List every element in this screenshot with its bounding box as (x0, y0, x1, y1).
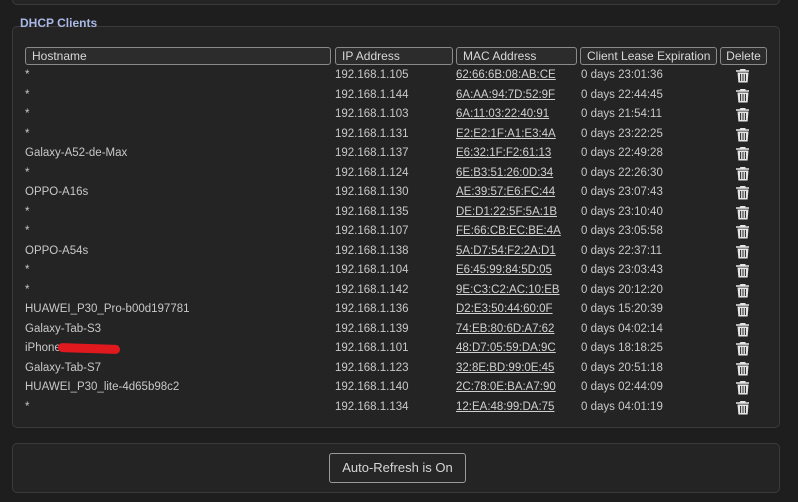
lease-expiration-cell: 0 days 22:44:45 (581, 88, 663, 101)
hostname-cell: * (25, 400, 30, 413)
column-header-delete: Delete (720, 47, 767, 65)
lease-expiration-cell: 0 days 22:26:30 (581, 166, 663, 179)
hostname-cell: * (25, 127, 30, 140)
hostname-cell: * (25, 264, 30, 276)
hostname-cell: * (25, 108, 30, 120)
ip-address-cell: 192.168.1.144 (335, 88, 409, 101)
top-panel (12, 0, 780, 5)
lease-expiration-cell: 0 days 23:07:43 (581, 186, 663, 198)
trash-icon[interactable] (736, 127, 750, 142)
trash-icon[interactable] (736, 380, 750, 395)
trash-icon[interactable] (736, 185, 750, 200)
mac-address-link[interactable]: 32:8E:BD:99:0E:45 (456, 359, 554, 378)
trash-icon[interactable] (736, 263, 750, 278)
lease-expiration-cell: 0 days 18:18:25 (581, 342, 663, 354)
hostname-cell: HUAWEI_P30_lite-4d65b98c2 (25, 381, 180, 393)
trash-icon[interactable] (736, 341, 750, 356)
ip-address-cell: 192.168.1.107 (335, 225, 409, 237)
mac-address-link[interactable]: 12:EA:48:99:DA:75 (456, 398, 554, 417)
hostname-cell: OPPO-A54s (25, 244, 89, 257)
trash-icon[interactable] (736, 322, 750, 337)
section-title: DHCP Clients (20, 16, 98, 30)
column-header-mac-address[interactable]: MAC Address (456, 47, 577, 65)
ip-address-cell: 192.168.1.130 (335, 186, 409, 198)
mac-address-link[interactable]: 6A:11:03:22:40:91 (456, 105, 549, 124)
mac-address-link[interactable]: AE:39:57:E6:FC:44 (456, 183, 555, 202)
auto-refresh-button[interactable]: Auto-Refresh is On (329, 453, 466, 483)
hostname-cell: * (25, 69, 30, 81)
lease-expiration-cell: 0 days 23:03:43 (581, 264, 663, 276)
lease-expiration-cell: 0 days 22:49:28 (581, 147, 663, 159)
ip-address-cell: 192.168.1.103 (335, 108, 409, 120)
ip-address-cell: 192.168.1.139 (335, 322, 409, 335)
lease-expiration-cell: 0 days 23:05:58 (581, 225, 663, 237)
trash-icon[interactable] (736, 244, 750, 259)
mac-address-link[interactable]: 2C:78:0E:BA:A7:90 (456, 378, 556, 397)
ip-address-cell: 192.168.1.101 (335, 342, 409, 354)
hostname-cell: Galaxy-A52-de-Max (25, 147, 128, 159)
ip-address-cell: 192.168.1.134 (335, 400, 409, 413)
mac-address-link[interactable]: 6A:AA:94:7D:52:9F (456, 86, 555, 105)
ip-address-cell: 192.168.1.140 (335, 381, 409, 393)
hostname-cell: * (25, 166, 30, 179)
mac-address-link[interactable]: D2:E3:50:44:60:0F (456, 300, 553, 319)
ip-address-cell: 192.168.1.138 (335, 244, 409, 257)
mac-address-link[interactable]: FE:66:CB:EC:BE:4A (456, 222, 561, 241)
hostname-cell: Galaxy-Tab-S3 (25, 322, 102, 335)
trash-icon[interactable] (736, 224, 750, 239)
lease-expiration-cell: 0 days 20:12:20 (581, 283, 663, 296)
mac-address-link[interactable]: E6:45:99:84:5D:05 (456, 261, 552, 280)
lease-expiration-cell: 0 days 15:20:39 (581, 303, 663, 315)
ip-address-cell: 192.168.1.131 (335, 127, 409, 140)
ip-address-cell: 192.168.1.124 (335, 166, 409, 179)
mac-address-link[interactable]: 74:EB:80:6D:A7:62 (456, 320, 554, 339)
hostname-cell: Galaxy-Tab-S7 (25, 361, 102, 374)
ip-address-cell: 192.168.1.142 (335, 283, 409, 296)
mac-address-link[interactable]: E2:E2:1F:A1:E3:4A (456, 125, 556, 144)
hostname-cell: HUAWEI_P30_Pro-b00d197781 (25, 303, 190, 315)
ip-address-cell: 192.168.1.137 (335, 147, 409, 159)
ip-address-cell: 192.168.1.105 (335, 69, 409, 81)
hostname-cell: * (25, 283, 30, 296)
mac-address-link[interactable]: E6:32:1F:F2:61:13 (456, 144, 551, 163)
column-header-hostname[interactable]: Hostname (25, 47, 331, 65)
trash-icon[interactable] (736, 400, 750, 415)
ip-address-cell: 192.168.1.104 (335, 264, 409, 276)
ip-address-cell: 192.168.1.135 (335, 205, 409, 218)
lease-expiration-cell: 0 days 23:01:36 (581, 69, 663, 81)
mac-address-link[interactable]: DE:D1:22:5F:5A:1B (456, 203, 557, 222)
mac-address-link[interactable]: 9E:C3:C2:AC:10:EB (456, 281, 560, 300)
lease-expiration-cell: 0 days 04:02:14 (581, 322, 663, 335)
trash-icon[interactable] (736, 302, 750, 317)
trash-icon[interactable] (736, 68, 750, 83)
hostname-cell: * (25, 88, 30, 101)
trash-icon[interactable] (736, 283, 750, 298)
column-header-ip-address[interactable]: IP Address (335, 47, 453, 65)
trash-icon[interactable] (736, 88, 750, 103)
trash-icon[interactable] (736, 361, 750, 376)
hostname-cell: iPhone (25, 342, 61, 354)
hostname-cell: * (25, 225, 30, 237)
lease-expiration-cell: 0 days 21:54:11 (581, 108, 662, 120)
lease-expiration-cell: 0 days 22:37:11 (581, 244, 662, 257)
trash-icon[interactable] (736, 205, 750, 220)
column-header-lease-expiration[interactable]: Client Lease Expiration (580, 47, 717, 65)
trash-icon[interactable] (736, 166, 750, 181)
mac-address-link[interactable]: 6E:B3:51:26:0D:34 (456, 164, 553, 183)
mac-address-link[interactable]: 5A:D7:54:F2:2A:D1 (456, 242, 556, 261)
lease-expiration-cell: 0 days 02:44:09 (581, 381, 663, 393)
ip-address-cell: 192.168.1.123 (335, 361, 409, 374)
lease-expiration-cell: 0 days 20:51:18 (581, 361, 663, 374)
lease-expiration-cell: 0 days 23:22:25 (581, 127, 663, 140)
hostname-cell: OPPO-A16s (25, 186, 89, 198)
ip-address-cell: 192.168.1.136 (335, 303, 409, 315)
mac-address-link[interactable]: 48:D7:05:59:DA:9C (456, 339, 556, 358)
trash-icon[interactable] (736, 146, 750, 161)
lease-expiration-cell: 0 days 23:10:40 (581, 205, 663, 218)
trash-icon[interactable] (736, 107, 750, 122)
hostname-cell: * (25, 205, 30, 218)
mac-address-link[interactable]: 62:66:6B:08:AB:CE (456, 66, 556, 85)
lease-expiration-cell: 0 days 04:01:19 (581, 400, 663, 413)
